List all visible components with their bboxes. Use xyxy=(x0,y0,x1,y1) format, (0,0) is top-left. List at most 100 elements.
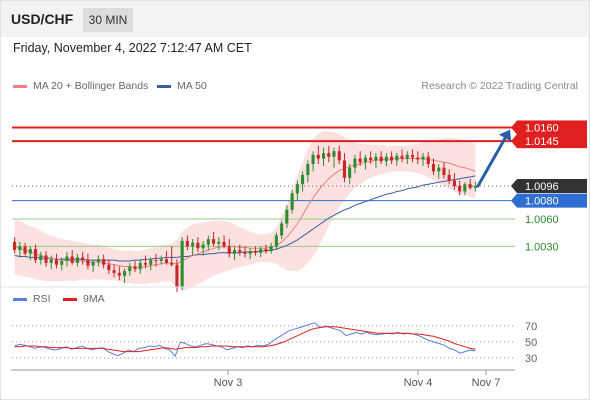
candle-body xyxy=(442,167,446,175)
candle-body xyxy=(358,158,362,163)
candle-body xyxy=(363,157,367,163)
candle-body xyxy=(60,261,64,265)
candle-body xyxy=(353,158,357,168)
candle-body xyxy=(44,255,48,263)
candle-body xyxy=(201,244,205,249)
candle-body xyxy=(332,151,336,157)
candle-body xyxy=(421,156,425,160)
candle-body xyxy=(390,156,394,161)
candle-body xyxy=(159,259,163,261)
candle-body xyxy=(185,240,189,247)
candle-body xyxy=(91,262,95,266)
level-tag-pointer xyxy=(511,193,517,208)
candle-body xyxy=(149,260,153,265)
candle-body xyxy=(123,271,127,276)
candle-body xyxy=(128,266,132,272)
candle-body xyxy=(107,264,111,271)
candle-body xyxy=(170,262,174,265)
candle-body xyxy=(295,184,299,194)
candle-body xyxy=(301,175,305,185)
current-price-pointer xyxy=(511,179,517,194)
candle-body xyxy=(65,256,69,262)
rsi-series-9ma xyxy=(14,326,476,353)
candle-body xyxy=(34,249,38,261)
level-label-1.0145: 1.0145 xyxy=(525,136,559,148)
candle-body xyxy=(384,156,388,162)
candle-body xyxy=(437,167,441,172)
level-tag-pointer xyxy=(511,120,517,135)
candle-body xyxy=(395,155,399,161)
time-label-nov-4: Nov 4 xyxy=(404,377,433,389)
rsi-axis-label-70: 70 xyxy=(525,321,537,333)
candle-body xyxy=(217,241,221,244)
candle-body xyxy=(238,250,242,252)
candle-body xyxy=(280,223,284,236)
candle-body xyxy=(23,246,27,254)
candle-body xyxy=(248,251,252,254)
candle-body xyxy=(274,235,278,247)
candle-body xyxy=(133,266,137,270)
candle-body xyxy=(431,164,435,172)
candle-body xyxy=(458,186,462,192)
candle-body xyxy=(112,270,116,273)
forecast-arrow xyxy=(476,135,508,188)
candle-body xyxy=(411,154,415,158)
candle-body xyxy=(96,259,100,262)
candle-body xyxy=(102,259,106,265)
candle-body xyxy=(143,262,147,265)
candle-body xyxy=(28,249,32,254)
candle-body xyxy=(70,256,74,263)
candle-body xyxy=(322,153,326,159)
candle-body xyxy=(18,246,22,251)
level-label-1.0160: 1.0160 xyxy=(525,122,559,134)
level-tag-pointer xyxy=(511,134,517,149)
candle-body xyxy=(316,154,320,159)
candle-body xyxy=(290,193,294,210)
current-price-label: 1.0096 xyxy=(525,181,559,193)
time-label-nov-3: Nov 3 xyxy=(214,377,243,389)
candle-body xyxy=(374,156,378,161)
candle-body xyxy=(86,260,90,266)
candle-body xyxy=(54,259,58,265)
candle-body xyxy=(206,239,210,245)
level-label-1.0080: 1.0080 xyxy=(525,196,559,208)
time-label-nov-7: Nov 7 xyxy=(472,377,501,389)
candle-body xyxy=(306,164,310,175)
candle-body xyxy=(191,242,195,247)
candle-body xyxy=(222,241,226,247)
candle-body xyxy=(400,155,404,159)
candle-body xyxy=(253,251,257,253)
candle-body xyxy=(154,260,158,262)
candle-body xyxy=(452,180,456,186)
candle-body xyxy=(426,156,430,164)
rsi-series-rsi xyxy=(14,322,476,358)
candle-body xyxy=(447,175,451,181)
candle-body xyxy=(311,154,315,164)
candle-body xyxy=(39,255,43,261)
candle-body xyxy=(227,246,231,254)
rsi-axis-label-50: 50 xyxy=(525,337,537,349)
candle-body xyxy=(81,257,85,261)
rsi-axis-label-30: 30 xyxy=(525,353,537,365)
candle-body xyxy=(337,151,341,161)
candle-body xyxy=(164,259,168,263)
candle-body xyxy=(212,239,216,244)
level-label-1.0060: 1.0060 xyxy=(525,214,559,226)
price-chart: 1.0160 1.0145 1.0096 1.0080 1.0060 1.0030 70 50… xyxy=(1,120,589,389)
level-label-1.0030: 1.0030 xyxy=(525,241,559,253)
candle-body xyxy=(285,209,289,224)
candle-body xyxy=(416,157,420,160)
candle-body xyxy=(117,272,121,276)
candle-body xyxy=(233,250,237,254)
candle-body xyxy=(327,153,331,157)
candle-body xyxy=(264,249,268,251)
candle-body xyxy=(180,240,184,288)
candle-body xyxy=(13,241,17,250)
candle-body xyxy=(175,264,179,288)
candle-body xyxy=(405,154,409,159)
candle-body xyxy=(468,184,472,188)
candle-body xyxy=(342,160,346,178)
candle-body xyxy=(473,186,477,188)
candle-body xyxy=(259,249,263,253)
candle-body xyxy=(463,184,467,192)
